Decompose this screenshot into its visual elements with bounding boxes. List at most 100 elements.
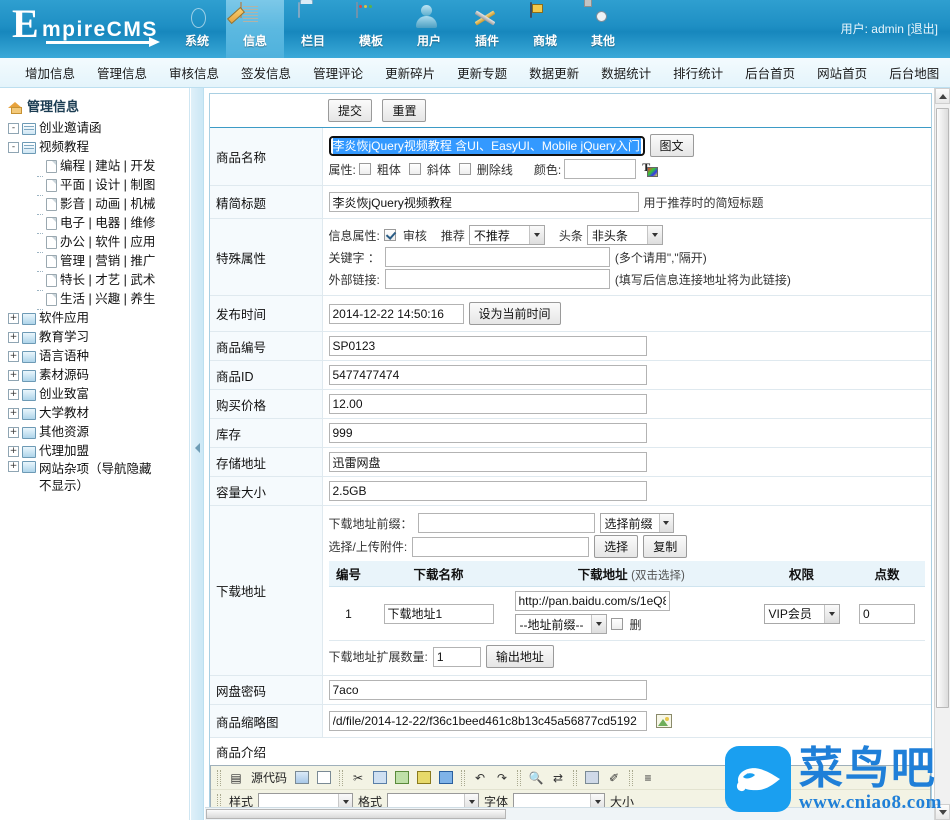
replace-icon[interactable]: ⇄ <box>548 768 568 787</box>
recommend-select[interactable]: 不推荐 <box>469 225 545 245</box>
tree-item-textbook[interactable]: + 大学教材 <box>4 404 189 423</box>
tree-label[interactable]: 管理 | 营销 | 推广 <box>60 252 155 271</box>
tree-label[interactable]: 电子 | 电器 | 维修 <box>60 214 155 233</box>
netdisk-password-input[interactable] <box>329 680 647 700</box>
subnav-item-admin-home[interactable]: 后台首页 <box>734 63 806 82</box>
toolbar-grip[interactable] <box>517 770 521 786</box>
subnav-item-rank-stats[interactable]: 排行统计 <box>662 63 734 82</box>
expander-icon[interactable]: + <box>8 332 19 343</box>
preview-icon[interactable] <box>292 768 312 787</box>
audit-checkbox[interactable] <box>384 229 396 241</box>
attachment-input[interactable] <box>412 537 589 557</box>
page-vscroll-thumb[interactable] <box>936 108 949 708</box>
price-input[interactable] <box>329 394 647 414</box>
tree-item-video-tutorial[interactable]: - 视频教程 <box>4 138 189 157</box>
tree-item-graphic[interactable]: 平面 | 设计 | 制图 <box>4 176 189 195</box>
image-text-button[interactable]: 图文 <box>650 134 694 157</box>
page-vertical-scrollbar[interactable] <box>934 88 950 820</box>
source-code-icon[interactable]: ▤ <box>226 768 246 787</box>
tree-item-office[interactable]: 办公 | 软件 | 应用 <box>4 233 189 252</box>
expander-icon[interactable]: + <box>8 351 19 362</box>
subnav-item-audit-info[interactable]: 审核信息 <box>158 63 230 82</box>
remove-format-icon[interactable]: ✐ <box>604 768 624 787</box>
undo-icon[interactable]: ↶ <box>470 768 490 787</box>
expander-icon[interactable]: + <box>8 370 19 381</box>
tree-label[interactable]: 创业致富 <box>39 385 89 404</box>
toolbar-grip[interactable] <box>573 770 577 786</box>
subnav-item-admin-map[interactable]: 后台地图 <box>878 63 950 82</box>
nav-item-category[interactable]: 栏目 <box>284 0 342 58</box>
expander-icon[interactable]: + <box>8 446 19 457</box>
subnav-item-manage-info[interactable]: 管理信息 <box>86 63 158 82</box>
strikethrough-checkbox[interactable] <box>459 163 471 175</box>
nav-item-user[interactable]: 用户 <box>400 0 458 58</box>
tree-item-management[interactable]: 管理 | 营销 | 推广 <box>4 252 189 271</box>
templates-icon[interactable] <box>314 768 334 787</box>
expander-icon[interactable]: + <box>8 461 19 472</box>
publish-time-input[interactable] <box>329 304 464 324</box>
tree-item-language[interactable]: + 语言语种 <box>4 347 189 366</box>
tree-label[interactable]: 编程 | 建站 | 开发 <box>60 157 155 176</box>
tree-item-programming[interactable]: 编程 | 建站 | 开发 <box>4 157 189 176</box>
keyword-input[interactable] <box>385 247 610 267</box>
tree-label[interactable]: 软件应用 <box>39 309 89 328</box>
copy-icon[interactable] <box>370 768 390 787</box>
tree-label[interactable]: 素材源码 <box>39 366 89 385</box>
select-all-icon[interactable] <box>582 768 602 787</box>
toolbar-grip[interactable] <box>629 770 633 786</box>
download-name-input[interactable] <box>384 604 494 624</box>
nav-item-shop[interactable]: 商城 <box>516 0 574 58</box>
permission-select[interactable]: VIP会员 <box>764 604 840 624</box>
tree-item-electronics[interactable]: 电子 | 电器 | 维修 <box>4 214 189 233</box>
subnav-item-manage-comment[interactable]: 管理评论 <box>302 63 374 82</box>
tree-label[interactable]: 语言语种 <box>39 347 89 366</box>
copy-button[interactable]: 复制 <box>643 535 687 558</box>
tree-label[interactable]: 特长 | 才艺 | 武术 <box>60 271 155 290</box>
tree-item-life[interactable]: 生活 | 兴趣 | 养生 <box>4 290 189 309</box>
product-name-input[interactable] <box>329 136 645 156</box>
tree-label[interactable]: 影音 | 动画 | 机械 <box>60 195 155 214</box>
bold-checkbox[interactable] <box>359 163 371 175</box>
tree-label[interactable]: 大学教材 <box>39 404 89 423</box>
scroll-up-arrow-icon[interactable] <box>935 88 950 104</box>
tree-label[interactable]: 创业邀请函 <box>39 119 102 138</box>
pick-image-icon[interactable] <box>656 714 672 728</box>
color-picker-icon[interactable] <box>642 162 657 177</box>
main-hscroll-thumb[interactable] <box>206 809 506 819</box>
paste-word-icon[interactable] <box>436 768 456 787</box>
tree-label[interactable]: 网站杂项（导航隐藏不显示） <box>39 461 161 495</box>
subnav-item-site-home[interactable]: 网站首页 <box>806 63 878 82</box>
delete-checkbox[interactable] <box>611 618 623 630</box>
download-url-input[interactable] <box>515 591 670 611</box>
tree-item-material[interactable]: + 素材源码 <box>4 366 189 385</box>
expander-icon[interactable]: + <box>8 408 19 419</box>
subnav-item-data-stats[interactable]: 数据统计 <box>590 63 662 82</box>
justify-icon[interactable]: ≡ <box>638 768 658 787</box>
tree-item-av[interactable]: 影音 | 动画 | 机械 <box>4 195 189 214</box>
nav-item-other[interactable]: 其他 <box>574 0 632 58</box>
subnav-item-issue-info[interactable]: 签发信息 <box>230 63 302 82</box>
sidebar-collapse-handle[interactable] <box>191 88 204 820</box>
subnav-item-add-info[interactable]: 增加信息 <box>14 63 86 82</box>
toolbar-grip[interactable] <box>217 770 221 786</box>
expander-icon[interactable]: - <box>8 123 19 134</box>
points-input[interactable] <box>859 604 915 624</box>
tree-item-agent[interactable]: + 代理加盟 <box>4 442 189 461</box>
store-address-input[interactable] <box>329 452 647 472</box>
tree-item-software[interactable]: + 软件应用 <box>4 309 189 328</box>
italic-checkbox[interactable] <box>409 163 421 175</box>
headline-select[interactable]: 非头条 <box>587 225 663 245</box>
product-id-input[interactable] <box>329 365 647 385</box>
nav-item-info[interactable]: 信息 <box>226 0 284 58</box>
redo-icon[interactable]: ↷ <box>492 768 512 787</box>
nav-item-plugin[interactable]: 插件 <box>458 0 516 58</box>
tree-item-education[interactable]: + 教育学习 <box>4 328 189 347</box>
short-title-input[interactable] <box>329 192 639 212</box>
capacity-input[interactable] <box>329 481 647 501</box>
subnav-item-data-update[interactable]: 数据更新 <box>518 63 590 82</box>
tree-item-invitation[interactable]: - 创业邀请函 <box>4 119 189 138</box>
tree-label[interactable]: 生活 | 兴趣 | 养生 <box>60 290 155 309</box>
tree-label[interactable]: 办公 | 软件 | 应用 <box>60 233 155 252</box>
nav-item-template[interactable]: 模板 <box>342 0 400 58</box>
expander-icon[interactable]: - <box>8 142 19 153</box>
